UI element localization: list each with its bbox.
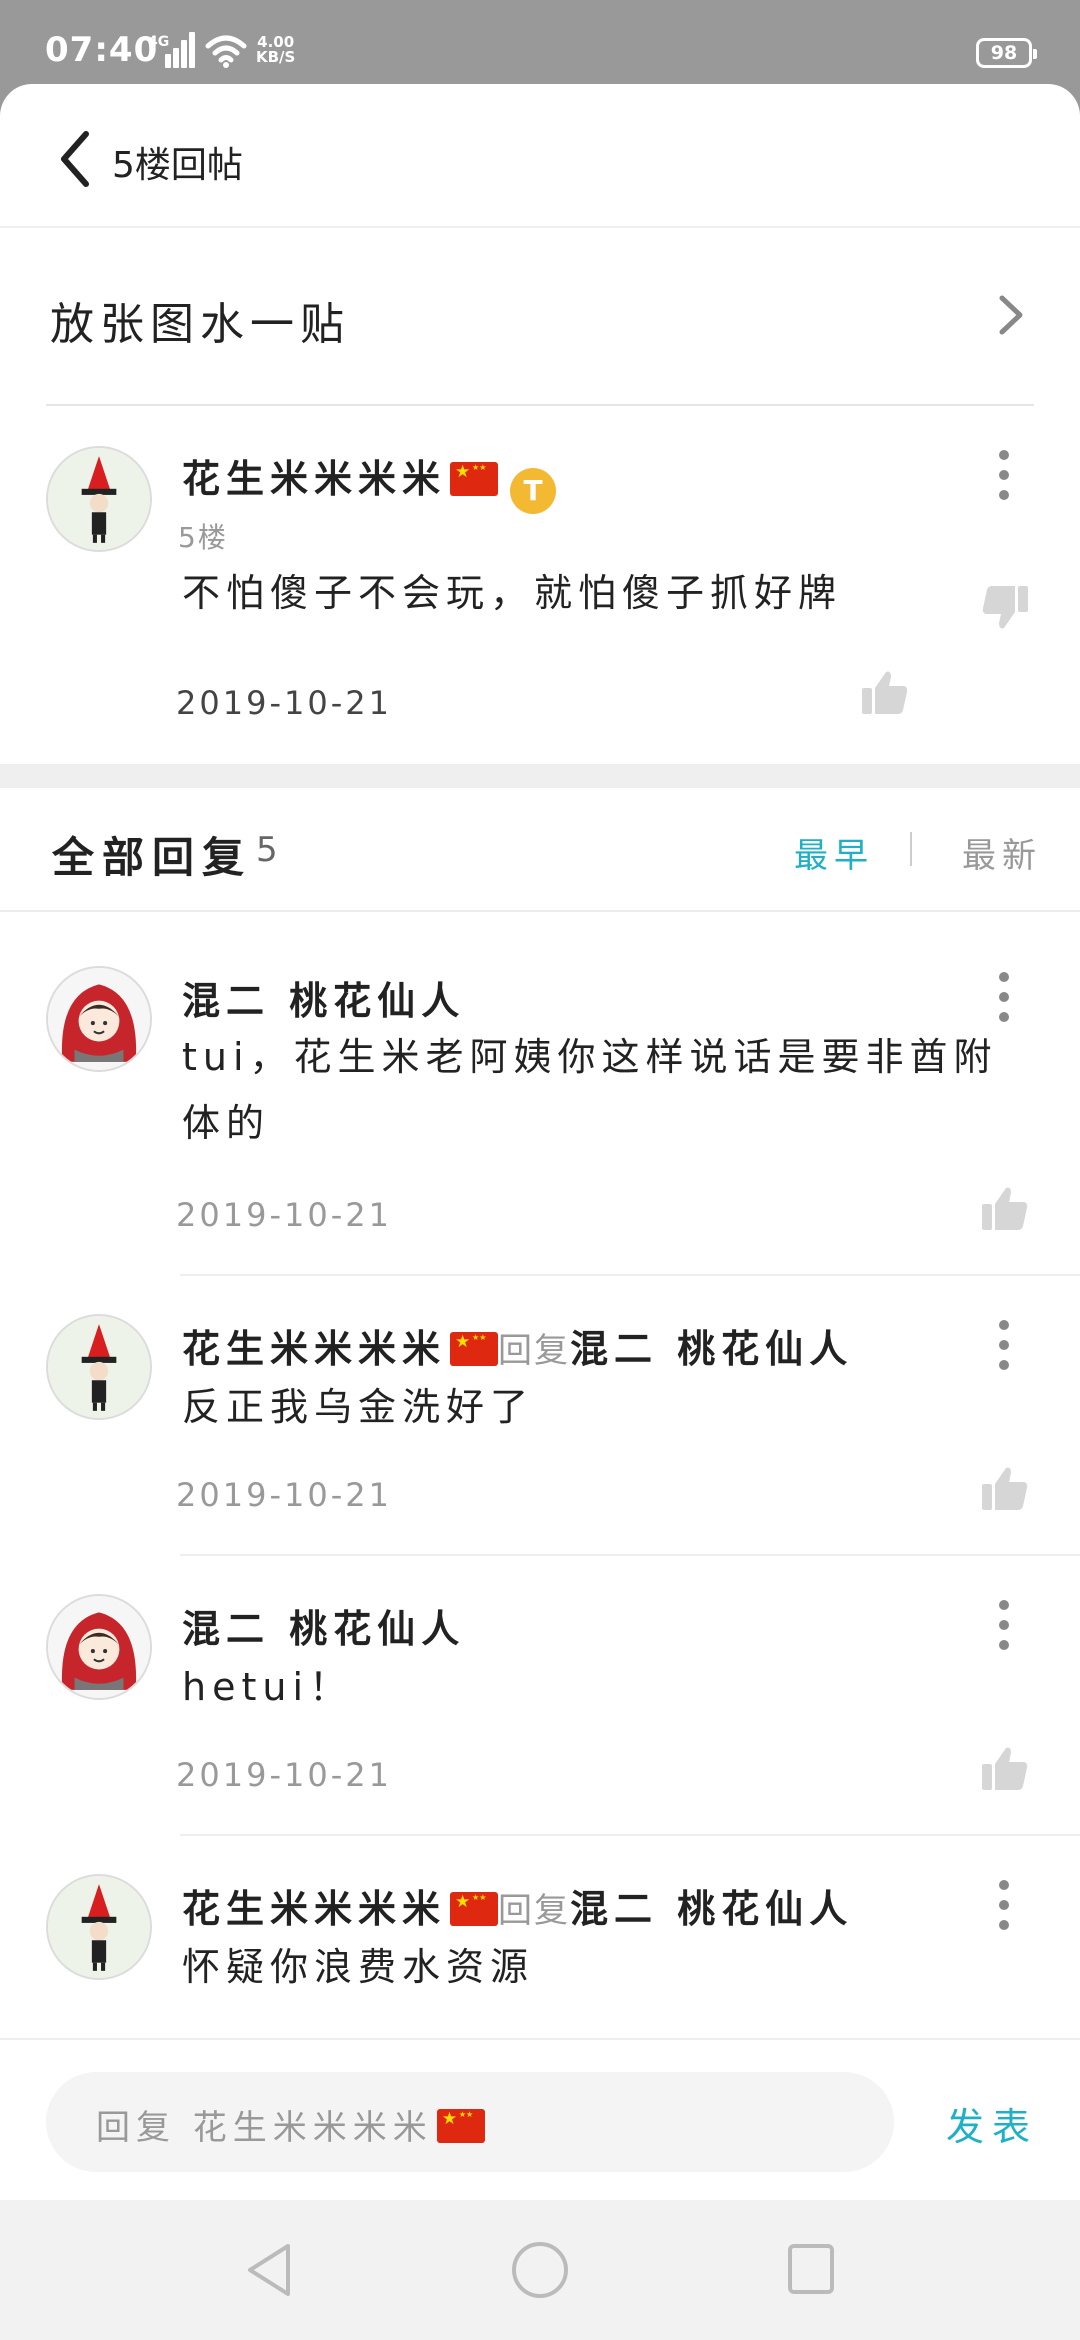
replies-count: 5 bbox=[256, 830, 278, 870]
reply-author[interactable]: 花生米米米米 bbox=[182, 1327, 446, 1371]
send-button[interactable]: 发表 bbox=[946, 2096, 1038, 2151]
sort-separator bbox=[910, 832, 912, 866]
reply-author[interactable]: 花生米米米米 bbox=[182, 1887, 446, 1931]
row-divider bbox=[180, 1274, 1080, 1276]
status-time: 07:40 bbox=[45, 30, 159, 70]
back-icon[interactable] bbox=[52, 124, 108, 194]
post-author[interactable]: 花生米米米米 T bbox=[182, 448, 557, 514]
reply-to-word: 回复 bbox=[498, 1891, 571, 1931]
signal-icon bbox=[165, 32, 195, 68]
replies-label: 全部回复 bbox=[52, 833, 253, 882]
row-divider bbox=[180, 1834, 1080, 1836]
section-gap bbox=[0, 764, 1080, 788]
status-bar: 07:40 4G 4.00 KB/S 98 bbox=[0, 0, 1080, 88]
reply-content-line: 体的 bbox=[182, 1101, 271, 1145]
replies-header: 全部回复 5 最早 最新 bbox=[0, 788, 1080, 912]
reply-input[interactable]: 回复 花生米米米米 bbox=[46, 2072, 894, 2172]
thumb-up-icon[interactable] bbox=[860, 668, 910, 718]
avatar[interactable] bbox=[46, 1314, 152, 1420]
china-flag-icon bbox=[450, 1892, 499, 1926]
system-nav-bar bbox=[0, 2200, 1080, 2340]
more-icon[interactable] bbox=[994, 450, 1014, 500]
row-divider bbox=[180, 1554, 1080, 1556]
china-flag-icon bbox=[450, 1332, 499, 1366]
nav-back-icon[interactable] bbox=[244, 2242, 294, 2298]
avatar[interactable] bbox=[46, 966, 152, 1072]
nav-home-icon[interactable] bbox=[512, 2242, 568, 2298]
speed-unit: KB/S bbox=[256, 48, 296, 66]
level-badge: T bbox=[510, 468, 557, 514]
china-flag-icon bbox=[436, 2109, 485, 2143]
reply-placeholder-text: 回复 花生米米米米 bbox=[96, 2108, 433, 2148]
reply-to-user[interactable]: 混二 桃花仙人 bbox=[570, 1887, 853, 1931]
post-author-name: 花生米米米米 bbox=[182, 457, 447, 501]
reply-content-line: tui，花生米老阿姨你这样说话是要非酋附 bbox=[182, 1035, 998, 1079]
header: 5楼回帖 bbox=[0, 84, 1080, 228]
reply-to-user[interactable]: 混二 桃花仙人 bbox=[570, 1327, 853, 1371]
post-date: 2019-10-21 bbox=[176, 684, 392, 722]
avatar[interactable] bbox=[46, 1874, 152, 1980]
reply-date: 2019-10-21 bbox=[176, 1476, 392, 1514]
reply-content: 怀疑你浪费水资源 bbox=[182, 1945, 535, 1989]
reply-date: 2019-10-21 bbox=[176, 1196, 392, 1234]
china-flag-icon bbox=[450, 462, 499, 496]
avatar[interactable] bbox=[46, 446, 152, 552]
reply-author-line: 花生米米米米 回复混二 桃花仙人 bbox=[182, 1878, 853, 1933]
reply-author[interactable]: 混二 桃花仙人 bbox=[182, 1598, 465, 1653]
floor-number: 5楼 bbox=[178, 521, 228, 554]
more-icon[interactable] bbox=[994, 972, 1014, 1022]
post-content: 不怕傻子不会玩，就怕傻子抓好牌 bbox=[182, 571, 843, 615]
thumb-down-icon[interactable] bbox=[980, 582, 1030, 632]
sort-newest-button[interactable]: 最新 bbox=[962, 828, 1042, 877]
thumb-up-icon[interactable] bbox=[980, 1744, 1030, 1794]
page-title: 5楼回帖 bbox=[112, 145, 243, 186]
more-icon[interactable] bbox=[994, 1880, 1014, 1930]
more-icon[interactable] bbox=[994, 1600, 1014, 1650]
sort-earliest-button[interactable]: 最早 bbox=[794, 828, 874, 877]
reply-content: hetui！ bbox=[182, 1665, 354, 1709]
thread-link[interactable]: 放张图水一贴 bbox=[0, 228, 1080, 404]
reply-date: 2019-10-21 bbox=[176, 1756, 392, 1794]
thumb-up-icon[interactable] bbox=[980, 1184, 1030, 1234]
reply-input-placeholder: 回复 花生米米米米 bbox=[96, 2100, 485, 2149]
reply-bar: 回复 花生米米米米 发表 bbox=[0, 2038, 1080, 2200]
thumb-up-icon[interactable] bbox=[980, 1464, 1030, 1514]
battery-icon: 98 bbox=[976, 38, 1037, 68]
reply-sheet: 5楼回帖 放张图水一贴 花生米米米米 T 5楼 不怕傻子不会玩，就怕傻子抓好牌 2… bbox=[0, 84, 1080, 2200]
avatar[interactable] bbox=[46, 1594, 152, 1700]
reply-to-word: 回复 bbox=[498, 1331, 571, 1371]
chevron-right-icon bbox=[999, 295, 1023, 335]
thread-title: 放张图水一贴 bbox=[50, 299, 350, 350]
reply-author[interactable]: 混二 桃花仙人 bbox=[182, 970, 465, 1025]
nav-recent-icon[interactable] bbox=[788, 2244, 834, 2294]
network-speed: 4.00 KB/S bbox=[256, 35, 295, 65]
reply-content: tui，花生米老阿姨你这样说话是要非酋附 体的 bbox=[182, 1024, 998, 1156]
wifi-icon bbox=[205, 35, 247, 68]
divider bbox=[46, 404, 1034, 406]
more-icon[interactable] bbox=[994, 1320, 1014, 1370]
reply-content: 反正我乌金洗好了 bbox=[182, 1385, 535, 1429]
reply-author-line: 花生米米米米 回复混二 桃花仙人 bbox=[182, 1318, 853, 1373]
